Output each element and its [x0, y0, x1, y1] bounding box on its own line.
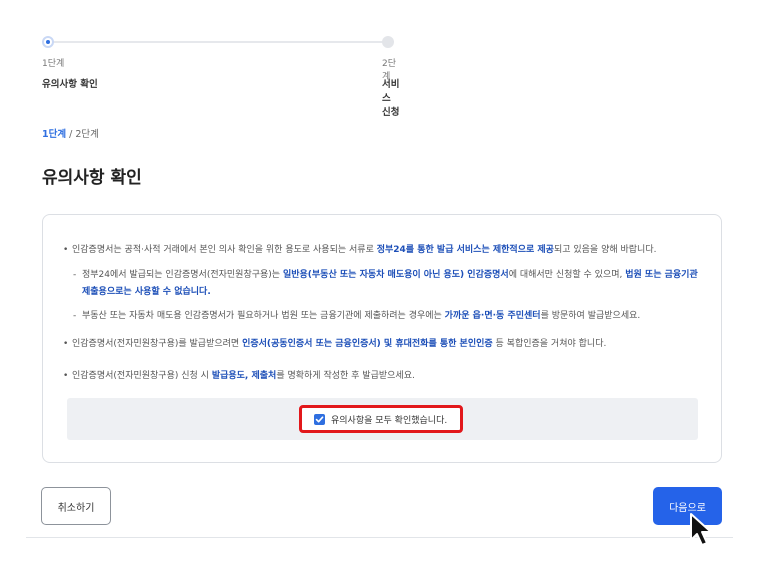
checkmark-icon — [315, 416, 324, 423]
notice-item-1: 인감증명서는 공적·사적 거래에서 본인 의사 확인을 위한 용도로 사용되는 … — [63, 242, 712, 259]
breadcrumb-total: 2단계 — [75, 129, 99, 140]
step-1-name: 유의사항 확인 — [42, 79, 98, 90]
step-2-indicator — [382, 36, 394, 48]
notice-box: 인감증명서는 공적·사적 거래에서 본인 의사 확인을 위한 용도로 사용되는 … — [42, 214, 722, 463]
breadcrumb-separator: / — [66, 129, 76, 140]
notice-subitem-2: 부동산 또는 자동차 매도용 인감증명서가 필요하거나 법원 또는 금융기관에 … — [73, 308, 722, 325]
notice-item-3: 인감증명서(전자민원창구용) 신청 시 발급용도, 제출처를 명확하게 작성한 … — [63, 368, 712, 385]
confirm-bar: 유의사항을 모두 확인했습니다. — [67, 398, 698, 440]
mouse-cursor-icon — [690, 513, 712, 546]
cancel-button[interactable]: 취소하기 — [41, 487, 111, 525]
divider — [26, 537, 733, 538]
notice-subitem-1: 정부24에서 발급되는 인감증명서(전자민원창구용)는 일반용(부동산 또는 자… — [73, 267, 704, 301]
confirm-checkbox[interactable] — [314, 414, 325, 425]
page-title: 유의사항 확인 — [42, 168, 142, 188]
confirm-label[interactable]: 유의사항을 모두 확인했습니다. — [331, 413, 447, 426]
breadcrumb: 1단계 / 2단계 — [42, 126, 99, 140]
notice-item-2: 인감증명서(전자민원창구용)를 발급받으려면 인증서(공동인증서 또는 금융인증… — [63, 336, 712, 353]
progress-stepper: 1단계 유의사항 확인 2단계 서비스 신청 — [42, 34, 402, 118]
step-1-indicator — [42, 36, 54, 48]
step-1-number: 1단계 — [42, 59, 65, 69]
breadcrumb-current: 1단계 — [42, 129, 67, 140]
step-2-name: 서비스 신청 — [382, 79, 400, 118]
confirm-checkbox-row[interactable]: 유의사항을 모두 확인했습니다. — [299, 405, 463, 433]
stepper-track — [48, 41, 388, 43]
